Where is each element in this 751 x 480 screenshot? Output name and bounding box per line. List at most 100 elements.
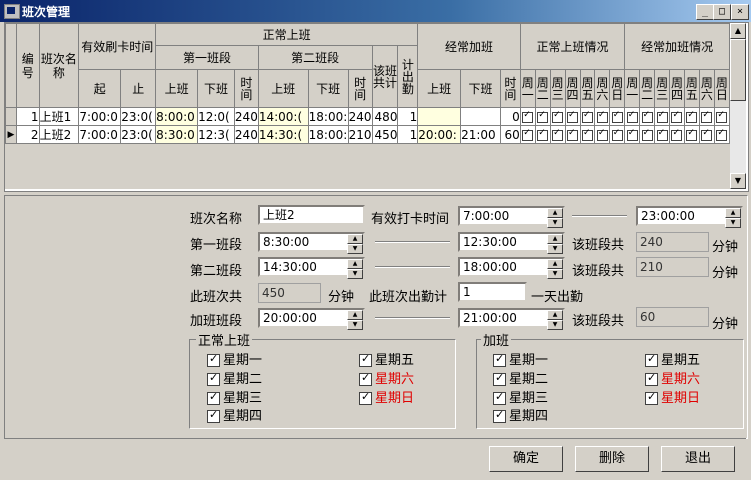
- row-indicator[interactable]: [5, 107, 17, 126]
- cell-valid-start[interactable]: 7:00:0: [78, 125, 122, 144]
- maximize-button[interactable]: □: [713, 4, 731, 20]
- minimize-button[interactable]: _: [696, 4, 714, 20]
- spin-up-icon[interactable]: ▲: [547, 208, 563, 218]
- normal-wed-checkbox[interactable]: 星期三: [207, 387, 262, 406]
- ot-sat-checkbox[interactable]: 星期六: [645, 368, 700, 387]
- header-seg1[interactable]: 第一班段: [155, 45, 259, 70]
- normal-mon-checkbox[interactable]: 星期一: [207, 349, 262, 368]
- header-seg2-off[interactable]: 下班: [307, 69, 349, 108]
- scroll-thumb[interactable]: [730, 39, 746, 101]
- header-ot-off[interactable]: 下班: [460, 69, 501, 108]
- name-input[interactable]: 上班2: [258, 205, 365, 225]
- cell-ot-on[interactable]: 20:00:: [417, 125, 462, 144]
- cell-check[interactable]: [698, 107, 715, 126]
- valid-start-input[interactable]: 7:00:00 ▲ ▼: [458, 206, 565, 228]
- ot-tue-checkbox[interactable]: 星期二: [493, 368, 548, 387]
- ot-sun-checkbox[interactable]: 星期日: [645, 387, 700, 406]
- header-valid-start[interactable]: 起: [78, 69, 122, 108]
- cell-check[interactable]: [683, 107, 700, 126]
- scroll-down-icon[interactable]: ▼: [730, 173, 746, 189]
- header-o-fri[interactable]: 周五: [683, 69, 700, 108]
- header-name[interactable]: 班次名称: [38, 23, 80, 108]
- header-o-mon[interactable]: 周一: [624, 69, 641, 108]
- header-total[interactable]: 该班共计: [371, 45, 399, 108]
- cell-seg1-time[interactable]: 240: [233, 107, 259, 126]
- spin-down-icon[interactable]: ▼: [547, 244, 563, 254]
- cell-check[interactable]: [624, 107, 641, 126]
- seg2-on-input[interactable]: 14:30:00 ▲ ▼: [258, 257, 365, 279]
- scroll-up-icon[interactable]: ▲: [730, 23, 746, 39]
- header-n-sun[interactable]: 周日: [609, 69, 626, 108]
- cell-seg1-time[interactable]: 240: [233, 125, 259, 144]
- spin-down-icon[interactable]: ▼: [347, 269, 363, 279]
- header-seg2-time[interactable]: 时间: [347, 69, 373, 108]
- cell-name[interactable]: 上班2: [38, 125, 80, 144]
- cell-name[interactable]: 上班1: [38, 107, 80, 126]
- header-seg1-off[interactable]: 下班: [197, 69, 235, 108]
- header-n-tue[interactable]: 周二: [534, 69, 551, 108]
- normal-sat-checkbox[interactable]: 星期六: [359, 368, 414, 387]
- header-valid-end[interactable]: 止: [120, 69, 157, 108]
- cell-check[interactable]: [654, 125, 671, 144]
- seg1-on-input[interactable]: 8:30:00 ▲ ▼: [258, 232, 365, 254]
- spinner[interactable]: ▲ ▼: [547, 259, 563, 279]
- cell-check[interactable]: [654, 107, 671, 126]
- cell-check[interactable]: [594, 125, 611, 144]
- cell-ot-on[interactable]: [417, 107, 462, 126]
- cell-no[interactable]: 2: [15, 125, 40, 144]
- spin-down-icon[interactable]: ▼: [347, 244, 363, 254]
- cell-check[interactable]: [683, 125, 700, 144]
- ot-mon-checkbox[interactable]: 星期一: [493, 349, 548, 368]
- header-n-sat[interactable]: 周六: [594, 69, 611, 108]
- header-valid-time[interactable]: 有效刷卡时间: [78, 23, 157, 70]
- seg2-off-input[interactable]: 18:00:00 ▲ ▼: [458, 257, 565, 279]
- header-seg1-time[interactable]: 时间: [233, 69, 259, 108]
- normal-fri-checkbox[interactable]: 星期五: [359, 349, 414, 368]
- normal-tue-checkbox[interactable]: 星期二: [207, 368, 262, 387]
- ok-button[interactable]: 确定: [489, 446, 563, 472]
- spin-down-icon[interactable]: ▼: [547, 269, 563, 279]
- cell-valid-end[interactable]: 23:0(: [120, 125, 157, 144]
- cell-seg2-on[interactable]: 14:00:(: [257, 107, 309, 126]
- cell-check[interactable]: [579, 125, 596, 144]
- cell-count[interactable]: 1: [397, 107, 419, 126]
- header-n-wed[interactable]: 周三: [549, 69, 566, 108]
- cell-no[interactable]: 1: [15, 107, 40, 126]
- cell-check[interactable]: [698, 125, 715, 144]
- cell-check[interactable]: [564, 125, 581, 144]
- table-row[interactable]: ▶ 2 上班2 7:00:0 23:0( 8:30:0 12:3( 240 14…: [5, 125, 730, 144]
- spin-down-icon[interactable]: ▼: [725, 218, 741, 228]
- spin-up-icon[interactable]: ▲: [547, 234, 563, 244]
- cell-seg1-off[interactable]: 12:0(: [197, 107, 235, 126]
- cell-count[interactable]: 1: [397, 125, 419, 144]
- cell-check[interactable]: [579, 107, 596, 126]
- header-o-wed[interactable]: 周三: [654, 69, 671, 108]
- header-seg2[interactable]: 第二班段: [257, 45, 373, 70]
- exit-button[interactable]: 退出: [661, 446, 735, 472]
- spin-down-icon[interactable]: ▼: [547, 218, 563, 228]
- header-o-sun[interactable]: 周日: [713, 69, 730, 108]
- spin-up-icon[interactable]: ▲: [347, 310, 363, 320]
- vertical-scrollbar[interactable]: ▲ ▼: [730, 23, 746, 189]
- spin-up-icon[interactable]: ▲: [547, 259, 563, 269]
- cell-check[interactable]: [609, 107, 626, 126]
- cell-seg1-off[interactable]: 12:3(: [197, 125, 235, 144]
- spin-up-icon[interactable]: ▲: [347, 259, 363, 269]
- cell-check[interactable]: [564, 107, 581, 126]
- header-n-fri[interactable]: 周五: [579, 69, 596, 108]
- spin-up-icon[interactable]: ▲: [547, 310, 563, 320]
- cell-seg1-on[interactable]: 8:00:0: [155, 107, 199, 126]
- normal-sun-checkbox[interactable]: 星期日: [359, 387, 414, 406]
- close-button[interactable]: ×: [731, 4, 749, 20]
- header-o-tue[interactable]: 周二: [639, 69, 656, 108]
- count-input[interactable]: 1: [458, 282, 527, 302]
- cell-check[interactable]: [639, 107, 656, 126]
- cell-check[interactable]: [624, 125, 641, 144]
- cell-ot-off[interactable]: [460, 107, 501, 126]
- ot-off-input[interactable]: 21:00:00 ▲ ▼: [458, 308, 565, 330]
- header-count[interactable]: 计出勤: [397, 45, 419, 108]
- ot-on-input[interactable]: 20:00:00 ▲ ▼: [258, 308, 365, 330]
- spinner[interactable]: ▲ ▼: [547, 310, 563, 330]
- cell-check[interactable]: [594, 107, 611, 126]
- cell-check[interactable]: [713, 125, 730, 144]
